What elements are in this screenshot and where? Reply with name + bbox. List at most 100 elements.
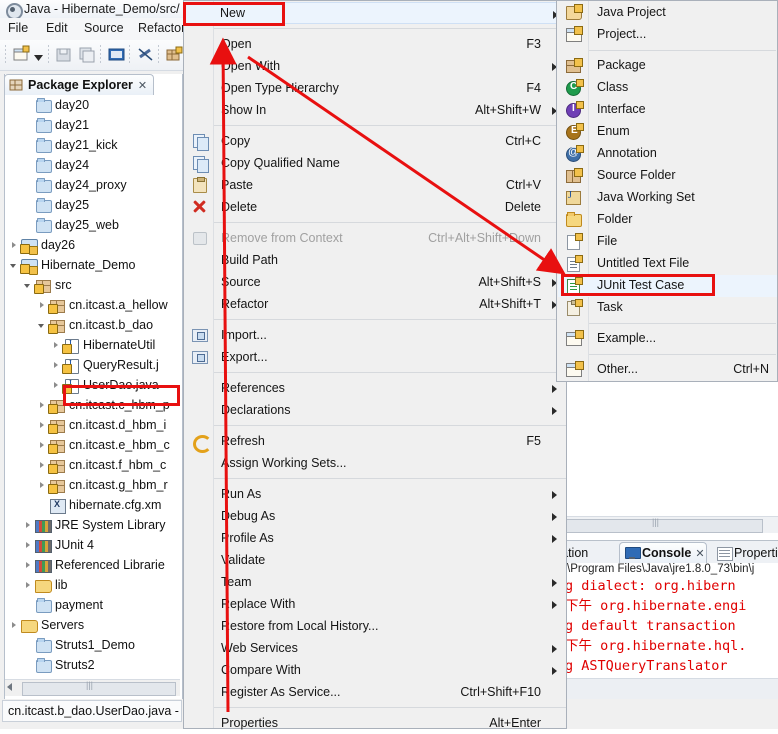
menu-file[interactable]: File bbox=[8, 21, 28, 35]
twisty-closed-icon[interactable] bbox=[37, 460, 48, 471]
tree-item[interactable]: cn.itcast.d_hbm_i bbox=[37, 415, 166, 435]
twisty-closed-icon[interactable] bbox=[9, 620, 20, 631]
submenu-item-interface[interactable]: Interface bbox=[558, 99, 777, 121]
package-explorer-horizontal-scrollbar[interactable] bbox=[5, 679, 180, 696]
tree-item[interactable]: day20 bbox=[23, 95, 89, 115]
save-all-icon[interactable] bbox=[78, 45, 97, 64]
submenu-item-java-working-set[interactable]: Java Working Set bbox=[558, 187, 777, 209]
menu-item-open-with[interactable]: Open With bbox=[185, 55, 567, 77]
menu-item-refresh[interactable]: Refresh F5 bbox=[185, 430, 567, 453]
tree-item[interactable]: day25 bbox=[23, 195, 89, 215]
submenu-item-project[interactable]: Project... bbox=[558, 24, 777, 46]
tab-declaration[interactable]: aration bbox=[567, 542, 621, 563]
menu-item-paste[interactable]: Paste Ctrl+V bbox=[185, 174, 567, 196]
menu-item-declarations[interactable]: Declarations bbox=[185, 399, 567, 421]
menu-item-references[interactable]: References bbox=[185, 377, 567, 399]
tree-item[interactable]: QueryResult.j bbox=[51, 355, 159, 375]
no-link-icon[interactable] bbox=[136, 45, 155, 64]
menu-item-team[interactable]: Team bbox=[185, 571, 567, 593]
submenu-item-enum[interactable]: Enum bbox=[558, 121, 777, 143]
menu-item-copy[interactable]: Copy Ctrl+C bbox=[185, 130, 567, 152]
close-icon[interactable]: ✕ bbox=[695, 547, 704, 560]
tree-item[interactable]: cn.itcast.e_hbm_c bbox=[37, 435, 170, 455]
tab-console[interactable]: Console ✕ bbox=[619, 542, 707, 563]
submenu-item-untitled-text-file[interactable]: Untitled Text File bbox=[558, 253, 777, 275]
submenu-item-file[interactable]: File bbox=[558, 231, 777, 253]
submenu-item-class[interactable]: Class bbox=[558, 77, 777, 99]
scrollbar-thumb[interactable] bbox=[22, 680, 176, 696]
scroll-left-arrow-icon[interactable] bbox=[7, 683, 12, 691]
tree-item[interactable]: day24 bbox=[23, 155, 89, 175]
twisty-closed-icon[interactable] bbox=[23, 540, 34, 551]
menu-item-build-path[interactable]: Build Path bbox=[185, 249, 567, 271]
menu-item-web-services[interactable]: Web Services bbox=[185, 637, 567, 659]
submenu-item-java-project[interactable]: Java Project bbox=[558, 2, 777, 24]
menu-refactor[interactable]: Refactor bbox=[138, 21, 185, 35]
menu-item-validate[interactable]: Validate bbox=[185, 549, 567, 571]
context-menu[interactable]: New Open F3 Open With Open Type Hierarchy F4 S… bbox=[183, 0, 568, 730]
tree-item[interactable]: Referenced Librarie bbox=[23, 555, 165, 575]
menu-item-replace-with[interactable]: Replace With bbox=[185, 593, 567, 615]
tree-item[interactable]: src bbox=[23, 275, 72, 295]
menu-item-profile-as[interactable]: Profile As bbox=[185, 527, 567, 549]
tree-item[interactable]: cn.itcast.b_dao bbox=[37, 315, 153, 335]
menu-item-assign-working-sets[interactable]: Assign Working Sets... bbox=[185, 452, 567, 474]
menu-item-show-in[interactable]: Show In Alt+Shift+W bbox=[185, 99, 567, 121]
menu-source[interactable]: Source bbox=[84, 21, 124, 35]
tree-item[interactable]: Struts1_Demo bbox=[23, 635, 135, 655]
tree-item[interactable]: Hibernate_Demo bbox=[9, 255, 136, 275]
tree-item[interactable]: lib bbox=[23, 575, 68, 595]
editor-horizontal-scrollbar[interactable] bbox=[566, 516, 778, 533]
tree-item[interactable]: day24_proxy bbox=[23, 175, 127, 195]
twisty-closed-icon[interactable] bbox=[51, 380, 62, 391]
twisty-closed-icon[interactable] bbox=[23, 520, 34, 531]
new-package-icon[interactable] bbox=[165, 45, 184, 64]
menu-item-delete[interactable]: Delete Delete bbox=[185, 196, 567, 218]
terminal-icon[interactable] bbox=[107, 45, 126, 64]
save-icon[interactable] bbox=[54, 45, 73, 64]
submenu-item-task[interactable]: Task bbox=[558, 297, 777, 319]
twisty-closed-icon[interactable] bbox=[51, 340, 62, 351]
menu-item-register-as-service[interactable]: Register As Service... Ctrl+Shift+F10 bbox=[185, 681, 567, 703]
tree-item[interactable]: cn.itcast.g_hbm_r bbox=[37, 475, 168, 495]
close-icon[interactable]: ✕ bbox=[138, 79, 147, 92]
twisty-closed-icon[interactable] bbox=[51, 360, 62, 371]
menu-item-open-type-hierarchy[interactable]: Open Type Hierarchy F4 bbox=[185, 77, 567, 99]
menu-item-compare-with[interactable]: Compare With bbox=[185, 659, 567, 681]
tree-item[interactable]: day21_kick bbox=[23, 135, 118, 155]
menu-item-debug-as[interactable]: Debug As bbox=[185, 505, 567, 527]
tab-properties[interactable]: Properti bbox=[712, 542, 778, 563]
twisty-open-icon[interactable] bbox=[9, 260, 20, 271]
tree-item[interactable]: day21 bbox=[23, 115, 89, 135]
tree-item[interactable]: cn.itcast.f_hbm_c bbox=[37, 455, 166, 475]
tree-item[interactable]: JRE System Library bbox=[23, 515, 165, 535]
tree-item[interactable]: day26 bbox=[9, 235, 75, 255]
twisty-closed-icon[interactable] bbox=[37, 480, 48, 491]
tree-item[interactable]: HibernateUtil bbox=[51, 335, 155, 355]
twisty-closed-icon[interactable] bbox=[9, 240, 20, 251]
menu-item-properties[interactable]: Properties Alt+Enter bbox=[185, 712, 567, 734]
submenu-item-folder[interactable]: Folder bbox=[558, 209, 777, 231]
tree-item[interactable]: day25_web bbox=[23, 215, 119, 235]
tree-item[interactable]: Servers bbox=[9, 615, 84, 635]
twisty-closed-icon[interactable] bbox=[23, 580, 34, 591]
console-output[interactable]: \Program Files\Java\jre1.8.0_73\bin\j g … bbox=[567, 563, 778, 678]
menu-item-source[interactable]: Source Alt+Shift+S bbox=[185, 271, 567, 293]
twisty-closed-icon[interactable] bbox=[37, 400, 48, 411]
menu-item-import[interactable]: Import... bbox=[185, 324, 567, 346]
tree-item[interactable]: JUnit 4 bbox=[23, 535, 94, 555]
menu-item-export[interactable]: Export... bbox=[185, 346, 567, 368]
twisty-closed-icon[interactable] bbox=[37, 300, 48, 311]
submenu-item-annotation[interactable]: Annotation bbox=[558, 143, 777, 165]
dropdown-arrow-icon[interactable] bbox=[34, 50, 43, 61]
submenu-item-source-folder[interactable]: Source Folder bbox=[558, 165, 777, 187]
new-submenu[interactable]: Java Project Project... Package Class Interf… bbox=[556, 0, 778, 382]
twisty-open-icon[interactable] bbox=[23, 280, 34, 291]
submenu-item-example[interactable]: Example... bbox=[558, 328, 777, 350]
submenu-item-other[interactable]: Other... Ctrl+N bbox=[558, 359, 777, 381]
tree-item[interactable]: hibernate.cfg.xm bbox=[37, 495, 161, 515]
menu-item-restore-from-local-history[interactable]: Restore from Local History... bbox=[185, 615, 567, 637]
tree-item[interactable]: Struts2 bbox=[23, 655, 95, 675]
twisty-closed-icon[interactable] bbox=[37, 440, 48, 451]
tree-item[interactable]: cn.itcast.a_hellow bbox=[37, 295, 168, 315]
